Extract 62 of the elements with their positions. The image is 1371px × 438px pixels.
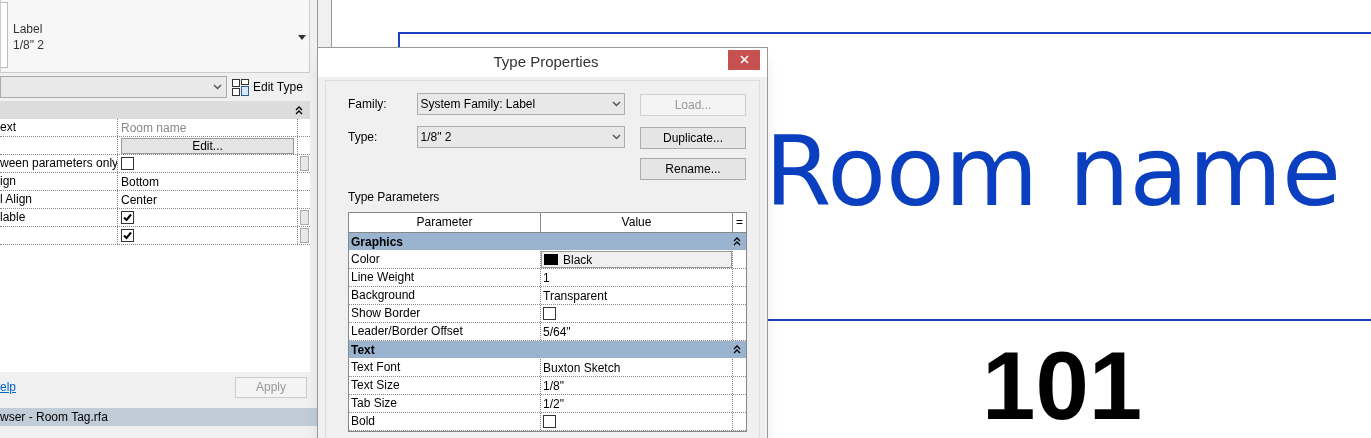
parameter-name: Text Size: [349, 377, 541, 394]
checkbox[interactable]: [121, 157, 134, 170]
type-label: Type:: [348, 129, 379, 146]
checkbox[interactable]: [543, 307, 556, 320]
type-selector[interactable]: Label 1/8" 2: [0, 0, 310, 73]
property-value: Room name: [121, 119, 187, 137]
parameter-value: 1/8": [542, 377, 565, 395]
browser-title-bar: wser - Room Tag.rfa: [0, 408, 318, 426]
dialog-title: Type Properties: [492, 52, 600, 73]
collapse-icon[interactable]: [295, 105, 303, 115]
column-header: Value: [541, 213, 733, 232]
column-header: =: [735, 214, 744, 231]
edit-type-button[interactable]: Edit Type: [232, 78, 303, 96]
parameter-value: 1: [542, 269, 551, 287]
type-dropdown[interactable]: 1/8" 2: [416, 126, 625, 148]
parameter-name: Show Border: [349, 305, 541, 322]
chevron-down-icon: [612, 101, 621, 107]
property-name: ign: [0, 173, 118, 190]
property-name: ext: [0, 119, 118, 136]
close-button[interactable]: [728, 49, 760, 70]
property-value: Center: [121, 191, 158, 209]
scroll-handle[interactable]: [299, 156, 309, 171]
checkbox[interactable]: [121, 229, 134, 242]
parameter-name: Background: [349, 287, 541, 304]
chevron-down-icon: [612, 134, 621, 140]
number-text: 101: [982, 338, 1143, 434]
group-header[interactable]: Text: [349, 341, 746, 359]
checkbox[interactable]: [543, 415, 556, 428]
section-label: Type Parameters: [348, 189, 441, 206]
parameter-name: Bold: [349, 413, 541, 430]
family-name: Label: [13, 21, 44, 37]
parameter-value: 5/64": [542, 323, 572, 341]
column-header: Parameter: [349, 213, 541, 232]
edit-button[interactable]: Edit...: [121, 137, 294, 154]
label-text: Room name: [764, 123, 1341, 220]
parameter-value: Buxton Sketch: [542, 359, 622, 377]
scroll-handle[interactable]: [299, 228, 309, 243]
help-link[interactable]: elp: [0, 378, 16, 396]
collapse-icon[interactable]: [733, 237, 741, 246]
family-label: Family:: [348, 96, 388, 113]
scroll-handle[interactable]: [299, 210, 309, 225]
chevron-down-icon: [213, 84, 222, 90]
property-name: lable: [0, 209, 118, 226]
checkbox[interactable]: [121, 211, 134, 224]
type-name: 1/8" 2: [13, 37, 44, 53]
parameter-name: Text Font: [349, 359, 541, 376]
parameter-value: 1/2": [542, 395, 565, 413]
parameter-value: Transparent: [542, 287, 609, 305]
family-dropdown[interactable]: System Family: Label: [416, 93, 625, 115]
edit-type-icon: [232, 78, 249, 96]
property-name: l Align: [0, 191, 118, 208]
group-header[interactable]: Graphics: [349, 233, 746, 251]
property-value: Bottom: [121, 173, 159, 191]
parameter-name: Line Weight: [349, 269, 541, 286]
dialog-button[interactable]: Rename...: [640, 158, 746, 180]
parameter-name: Tab Size: [349, 395, 541, 412]
collapse-icon[interactable]: [733, 345, 741, 354]
dialog-button[interactable]: Duplicate...: [640, 127, 746, 149]
parameter-name: Leader/Border Offset: [349, 323, 541, 340]
color-button[interactable]: Black: [541, 251, 732, 268]
close-icon: [739, 55, 749, 64]
dropdown-arrow-icon: [298, 35, 306, 40]
